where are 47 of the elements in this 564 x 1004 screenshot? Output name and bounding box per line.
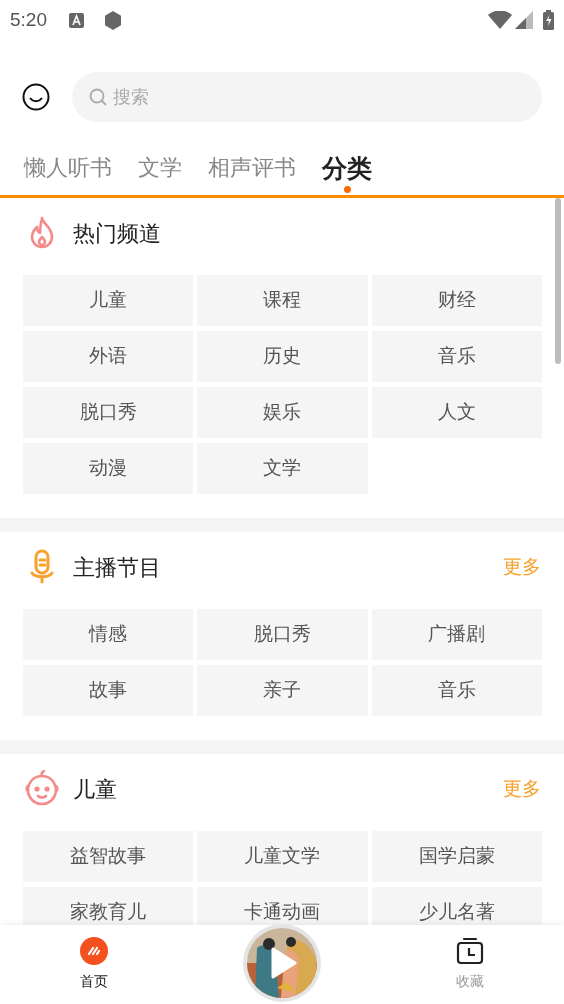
clock-box-icon: [456, 937, 484, 965]
category-tab[interactable]: 分类: [322, 153, 372, 195]
smiley-icon[interactable]: [22, 83, 50, 111]
category-chip[interactable]: 外语: [23, 331, 194, 382]
keyboard-a-icon: [69, 12, 84, 28]
nav-tab[interactable]: 首页: [0, 925, 188, 1004]
category-chip[interactable]: 益智故事: [23, 831, 194, 882]
category-chip[interactable]: 少儿名著: [371, 887, 542, 925]
signal-icon: [515, 11, 533, 29]
category-chip[interactable]: 财经: [371, 275, 542, 326]
category-chip[interactable]: 卡通动画: [197, 887, 368, 925]
category-tab[interactable]: 懒人听书: [24, 153, 112, 195]
category-tab[interactable]: 相声评书: [208, 153, 296, 195]
category-chip[interactable]: 动漫: [23, 443, 194, 494]
category-chip[interactable]: 娱乐: [197, 387, 368, 438]
category-chip[interactable]: 文学: [197, 443, 368, 494]
section-title: 主播节目: [73, 553, 161, 582]
search-field[interactable]: 搜索: [72, 72, 542, 122]
play-icon: [271, 947, 297, 979]
baby-face-icon: [23, 770, 61, 808]
microphone-icon: [29, 549, 55, 585]
category-chip[interactable]: 人文: [371, 387, 542, 438]
category-chip[interactable]: 历史: [197, 331, 368, 382]
category-chip[interactable]: 音乐: [371, 665, 542, 716]
category-chip[interactable]: 脱口秀: [197, 609, 368, 660]
category-chip[interactable]: 儿童: [23, 275, 194, 326]
hexagon-icon: [104, 10, 122, 30]
search-icon: [89, 88, 107, 106]
category-chip[interactable]: 儿童文学: [197, 831, 368, 882]
status-time: 5:20: [10, 7, 47, 32]
category-chip[interactable]: 家教育儿: [23, 887, 194, 925]
category-chip[interactable]: 亲子: [197, 665, 368, 716]
battery-charging-icon: [543, 10, 554, 30]
wifi-icon: [488, 11, 512, 29]
category-chip[interactable]: 故事: [23, 665, 194, 716]
category-chip[interactable]: 课程: [197, 275, 368, 326]
section-title: 儿童: [73, 775, 117, 804]
section-title: 热门频道: [73, 219, 161, 248]
nav-label: 首页: [80, 972, 108, 991]
category-chip[interactable]: 国学启蒙: [371, 831, 542, 882]
category-chip[interactable]: 脱口秀: [23, 387, 194, 438]
home-logo-icon: [80, 937, 108, 965]
category-chip[interactable]: 音乐: [371, 331, 542, 382]
category-chip[interactable]: 情感: [23, 609, 194, 660]
category-tab[interactable]: 文学: [138, 153, 182, 195]
category-chip[interactable]: 广播剧: [371, 609, 542, 660]
nav-label: 收藏: [456, 972, 484, 991]
